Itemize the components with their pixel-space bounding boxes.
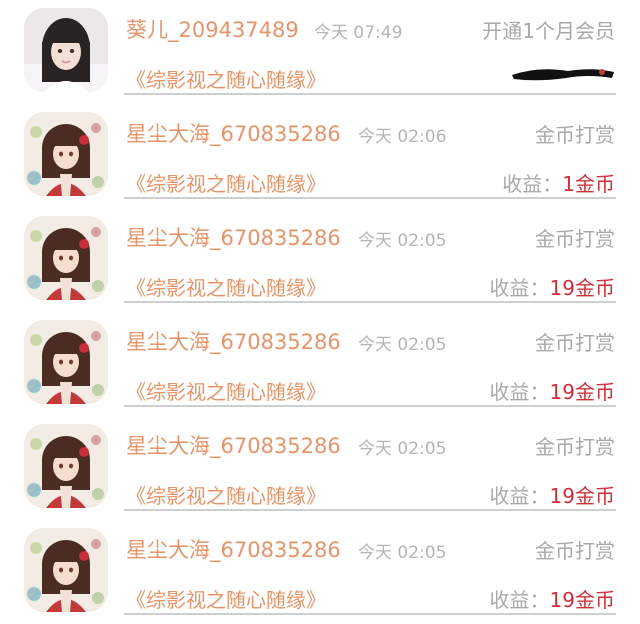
user-name[interactable]: 星尘大海_670835286 [126,430,341,460]
timestamp: 今天 02:05 [358,543,447,563]
earning-amount: 19金币 [549,484,615,508]
earning-amount: 19金币 [549,276,615,300]
avatar[interactable] [24,320,108,404]
list-item[interactable]: 星尘大海_670835286 今天 02:05 金币打赏 《综影视之随心随缘》 … [0,208,640,312]
earning-label: 收益： [489,588,550,612]
action-type: 金币打赏 [535,539,615,563]
earning-label: 收益： [489,380,550,404]
action-type: 金币打赏 [535,227,615,251]
book-title[interactable]: 《综影视之随心随缘》 [126,272,326,301]
action-type: 金币打赏 [535,123,615,147]
timestamp: 今天 02:05 [358,439,447,459]
row-divider [124,197,616,199]
earning-label: 收益： [489,276,550,300]
row-divider [124,509,616,511]
user-name[interactable]: 星尘大海_670835286 [126,534,341,564]
user-name[interactable]: 星尘大海_670835286 [126,326,341,356]
earning-label: 收益： [489,484,550,508]
timestamp: 今天 07:49 [314,23,403,43]
avatar[interactable] [24,216,108,300]
row-divider [124,301,616,303]
book-title[interactable]: 《综影视之随心随缘》 [126,480,326,509]
anime-girl-avatar-icon [24,424,108,508]
girl-photo-avatar-icon [24,8,108,92]
earning: 收益：19金币 [490,272,615,301]
earning: 收益：19金币 [490,584,615,613]
user-name[interactable]: 星尘大海_670835286 [126,222,341,252]
avatar[interactable] [24,424,108,508]
timestamp: 今天 02:05 [358,335,447,355]
user-name[interactable]: 葵儿_209437489 [126,14,299,44]
action-type: 开通1个月会员 [482,19,615,43]
anime-girl-avatar-icon [24,528,108,612]
list-item[interactable]: 葵儿_209437489 今天 07:49 开通1个月会员 《综影视之随心随缘》 [0,0,640,104]
book-title[interactable]: 《综影视之随心随缘》 [126,584,326,613]
action-type: 金币打赏 [535,435,615,459]
book-title[interactable]: 《综影视之随心随缘》 [126,376,326,405]
earning-amount: 19金币 [549,380,615,404]
list-item[interactable]: 星尘大海_670835286 今天 02:05 金币打赏 《综影视之随心随缘》 … [0,312,640,416]
earning-label: 收益： [502,172,563,196]
list-item[interactable]: 星尘大海_670835286 今天 02:05 金币打赏 《综影视之随心随缘》 … [0,416,640,520]
earning-amount: 19金币 [549,588,615,612]
anime-girl-avatar-icon [24,112,108,196]
avatar[interactable] [24,112,108,196]
anime-girl-avatar-icon [24,320,108,404]
avatar[interactable] [24,8,108,92]
redaction-mark [512,69,614,81]
list-item[interactable]: 星尘大海_670835286 今天 02:06 金币打赏 《综影视之随心随缘》 … [0,104,640,208]
row-divider [124,405,616,407]
avatar[interactable] [24,528,108,612]
book-title[interactable]: 《综影视之随心随缘》 [126,168,326,197]
earning: 收益：19金币 [490,480,615,509]
book-title[interactable]: 《综影视之随心随缘》 [126,64,326,93]
timestamp: 今天 02:06 [358,127,447,147]
action-type: 金币打赏 [535,331,615,355]
row-divider [124,93,616,95]
anime-girl-avatar-icon [24,216,108,300]
user-name[interactable]: 星尘大海_670835286 [126,118,341,148]
earning-amount: 1金币 [562,172,615,196]
row-divider [124,613,616,615]
income-record-list: 葵儿_209437489 今天 07:49 开通1个月会员 《综影视之随心随缘》 [0,0,640,615]
timestamp: 今天 02:05 [358,231,447,251]
earning: 收益：19金币 [490,376,615,405]
earning: 收益：1金币 [502,168,615,197]
list-item[interactable]: 星尘大海_670835286 今天 02:05 金币打赏 《综影视之随心随缘》 … [0,520,640,624]
